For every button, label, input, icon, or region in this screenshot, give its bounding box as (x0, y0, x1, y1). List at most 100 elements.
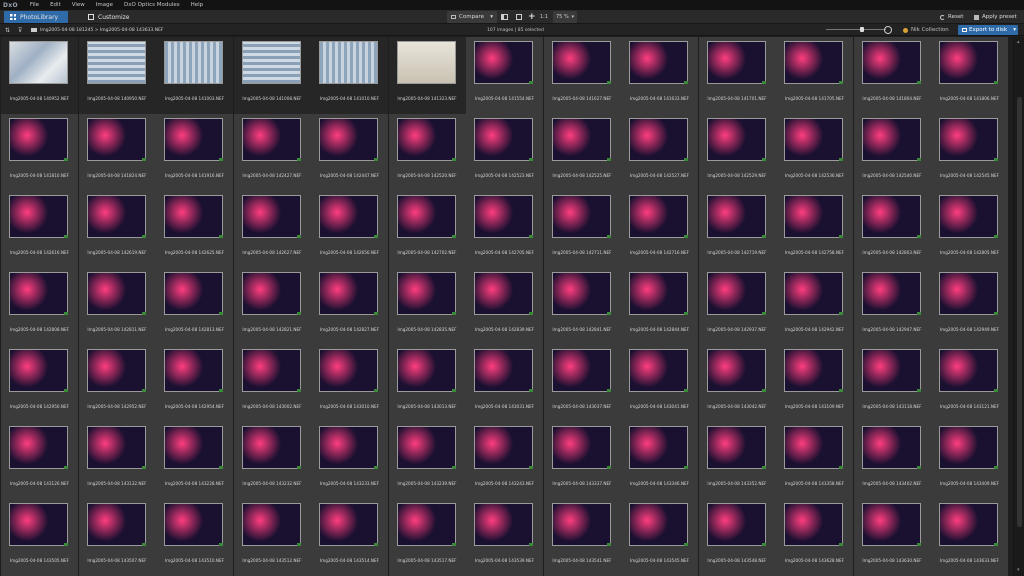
thumbnail-cell[interactable]: Img2005-04-08 141810.NEF (1, 114, 78, 191)
thumbnail-cell[interactable]: Img2005-04-08 141627.NEF (543, 37, 621, 114)
thumbnail-image[interactable] (474, 41, 533, 84)
thumbnail-image[interactable] (784, 118, 843, 161)
thumbnail-image[interactable] (474, 195, 533, 238)
tab-photolibrary[interactable]: PhotoLibrary (4, 11, 68, 23)
thumbnail-image[interactable] (164, 503, 223, 546)
thumbnail-image[interactable] (861, 349, 921, 392)
slider-handle[interactable] (860, 27, 864, 32)
thumbnail-image[interactable] (784, 503, 843, 546)
thumbnail-image[interactable] (319, 272, 378, 315)
thumbnail-image[interactable] (939, 41, 998, 84)
thumbnail-image[interactable] (164, 118, 223, 161)
scrollbar[interactable]: ▴ ▾ (1013, 37, 1024, 576)
thumbnail-cell[interactable]: Img2005-04-08 142540.NEF (853, 114, 931, 191)
thumbnail-cell[interactable]: Img2005-04-08 142813.NEF (156, 268, 233, 345)
thumbnail-cell[interactable]: Img2005-04-08 141804.NEF (853, 37, 931, 114)
thumbnail-cell[interactable]: Img2005-04-08 142758.NEF (776, 191, 853, 268)
thumbnail-cell[interactable]: Img2005-04-08 142950.NEF (1, 345, 78, 422)
zoom-in-button[interactable]: + (528, 11, 536, 23)
thumbnail-cell[interactable]: Img2005-04-08 142841.NEF (543, 268, 621, 345)
thumbnail-image[interactable] (241, 41, 301, 84)
thumbnail-image[interactable] (9, 41, 68, 84)
thumbnail-cell[interactable]: Img2005-04-08 143510.NEF (156, 499, 233, 576)
thumbnail-cell[interactable]: Img2005-04-08 142805.NEF (931, 191, 1008, 268)
thumbnail-cell[interactable]: Img2005-04-08 142811.NEF (78, 268, 156, 345)
thumbnail-image[interactable] (396, 41, 456, 84)
thumbnail-image[interactable] (164, 349, 223, 392)
fit-screen-button[interactable] (516, 11, 525, 23)
thumbnail-image[interactable] (706, 349, 766, 392)
thumbnail-cell[interactable]: Img2005-04-08 142942.NEF (776, 268, 853, 345)
thumbnail-image[interactable] (861, 272, 921, 315)
nik-collection-button[interactable]: Nik Collection (900, 25, 955, 35)
menu-file[interactable]: File (30, 2, 39, 8)
thumbnail-cell[interactable]: Img2005-04-08 143031.NEF (466, 345, 543, 422)
thumbnail-cell[interactable]: Img2005-04-08 143545.NEF (621, 499, 698, 576)
thumbnail-cell[interactable]: Img2005-04-08 142545.NEF (931, 114, 1008, 191)
thumbnail-cell[interactable]: Img2005-04-08 142702.NEF (388, 191, 466, 268)
thumbnail-cell[interactable]: Img2005-04-08 142616.NEF (1, 191, 78, 268)
circle-arrow-icon[interactable] (884, 26, 892, 34)
thumbnail-image[interactable] (396, 503, 456, 546)
thumbnail-image[interactable] (164, 41, 223, 84)
thumbnail-cell[interactable]: Img2005-04-08 142839.NEF (466, 268, 543, 345)
thumbnail-cell[interactable]: Img2005-04-08 141323.NEF (388, 37, 466, 114)
thumbnail-image[interactable] (861, 426, 921, 469)
thumbnail-image[interactable] (939, 195, 998, 238)
thumbnail-cell[interactable]: Img2005-04-08 142949.NEF (931, 268, 1008, 345)
thumbnail-cell[interactable]: Img2005-04-08 143041.NEF (621, 345, 698, 422)
thumbnail-image[interactable] (474, 349, 533, 392)
thumbnail-image[interactable] (241, 272, 301, 315)
sort-icon[interactable]: ⇅ (5, 25, 10, 35)
thumbnail-image[interactable] (784, 349, 843, 392)
zoom-ratio[interactable]: 1:1 (540, 11, 548, 23)
thumbnail-cell[interactable]: Img2005-04-08 142719.NEF (698, 191, 776, 268)
thumbnail-cell[interactable]: Img2005-04-08 143118.NEF (853, 345, 931, 422)
thumbnail-cell[interactable]: Img2005-04-08 142827.NEF (311, 268, 388, 345)
thumbnail-cell[interactable]: Img2005-04-08 143548.NEF (698, 499, 776, 576)
thumbnail-cell[interactable]: Img2005-04-08 142527.NEF (621, 114, 698, 191)
thumbnail-cell[interactable]: Img2005-04-08 143505.NEF (1, 499, 78, 576)
thumbnail-cell[interactable]: Img2005-04-08 142520.NEF (388, 114, 466, 191)
thumbnail-image[interactable] (396, 349, 456, 392)
thumbnail-cell[interactable]: Img2005-04-08 143352.NEF (698, 422, 776, 499)
menu-edit[interactable]: Edit (50, 2, 61, 8)
thumbnail-image[interactable] (164, 426, 223, 469)
thumbnail-cell[interactable]: Img2005-04-08 142803.NEF (853, 191, 931, 268)
thumbnail-image[interactable] (474, 426, 533, 469)
thumbnail-cell[interactable]: Img2005-04-08 142952.NEF (78, 345, 156, 422)
thumbnail-image[interactable] (319, 118, 378, 161)
thumbnail-cell[interactable]: Img2005-04-08 143243.NEF (466, 422, 543, 499)
zoom-select[interactable]: 75 % ▾ (553, 11, 577, 23)
thumbnail-image[interactable] (9, 272, 68, 315)
thumbnail-image[interactable] (9, 118, 68, 161)
thumbnail-image[interactable] (706, 195, 766, 238)
thumbnail-image[interactable] (241, 349, 301, 392)
thumbnail-cell[interactable]: Img2005-04-08 143037.NEF (543, 345, 621, 422)
menu-optics-modules[interactable]: DxO Optics Modules (124, 2, 180, 8)
scroll-thumb[interactable] (1017, 97, 1022, 527)
thumbnail-cell[interactable]: Img2005-04-08 143630.NEF (853, 499, 931, 576)
thumbnail-cell[interactable]: Img2005-04-08 143002.NEF (233, 345, 311, 422)
thumbnail-cell[interactable]: Img2005-04-08 143633.NEF (931, 499, 1008, 576)
thumbnail-image[interactable] (396, 426, 456, 469)
thumbnail-image[interactable] (319, 349, 378, 392)
thumbnail-image[interactable] (86, 426, 146, 469)
thumbnail-image[interactable] (939, 349, 998, 392)
thumbnail-image[interactable] (629, 503, 688, 546)
thumbnail-image[interactable] (551, 503, 611, 546)
thumbnail-image[interactable] (706, 41, 766, 84)
thumbnail-image[interactable] (86, 503, 146, 546)
thumbnail-cell[interactable]: Img2005-04-08 143628.NEF (776, 499, 853, 576)
thumbnail-cell[interactable]: Img2005-04-08 142954.NEF (156, 345, 233, 422)
thumbnail-cell[interactable]: Img2005-04-08 143512.NEF (233, 499, 311, 576)
thumbnail-image[interactable] (86, 41, 146, 84)
thumbnail-image[interactable] (551, 41, 611, 84)
thumbnail-image[interactable] (861, 503, 921, 546)
thumbnail-cell[interactable]: Img2005-04-08 142937.NEF (698, 268, 776, 345)
thumbnail-cell[interactable]: Img2005-04-08 143514.NEF (311, 499, 388, 576)
thumbnail-cell[interactable]: Img2005-04-08 142523.NEF (466, 114, 543, 191)
thumbnail-image[interactable] (784, 426, 843, 469)
thumbnail-image[interactable] (706, 118, 766, 161)
export-to-disk-button[interactable]: Export to disk ▾ (958, 25, 1018, 35)
